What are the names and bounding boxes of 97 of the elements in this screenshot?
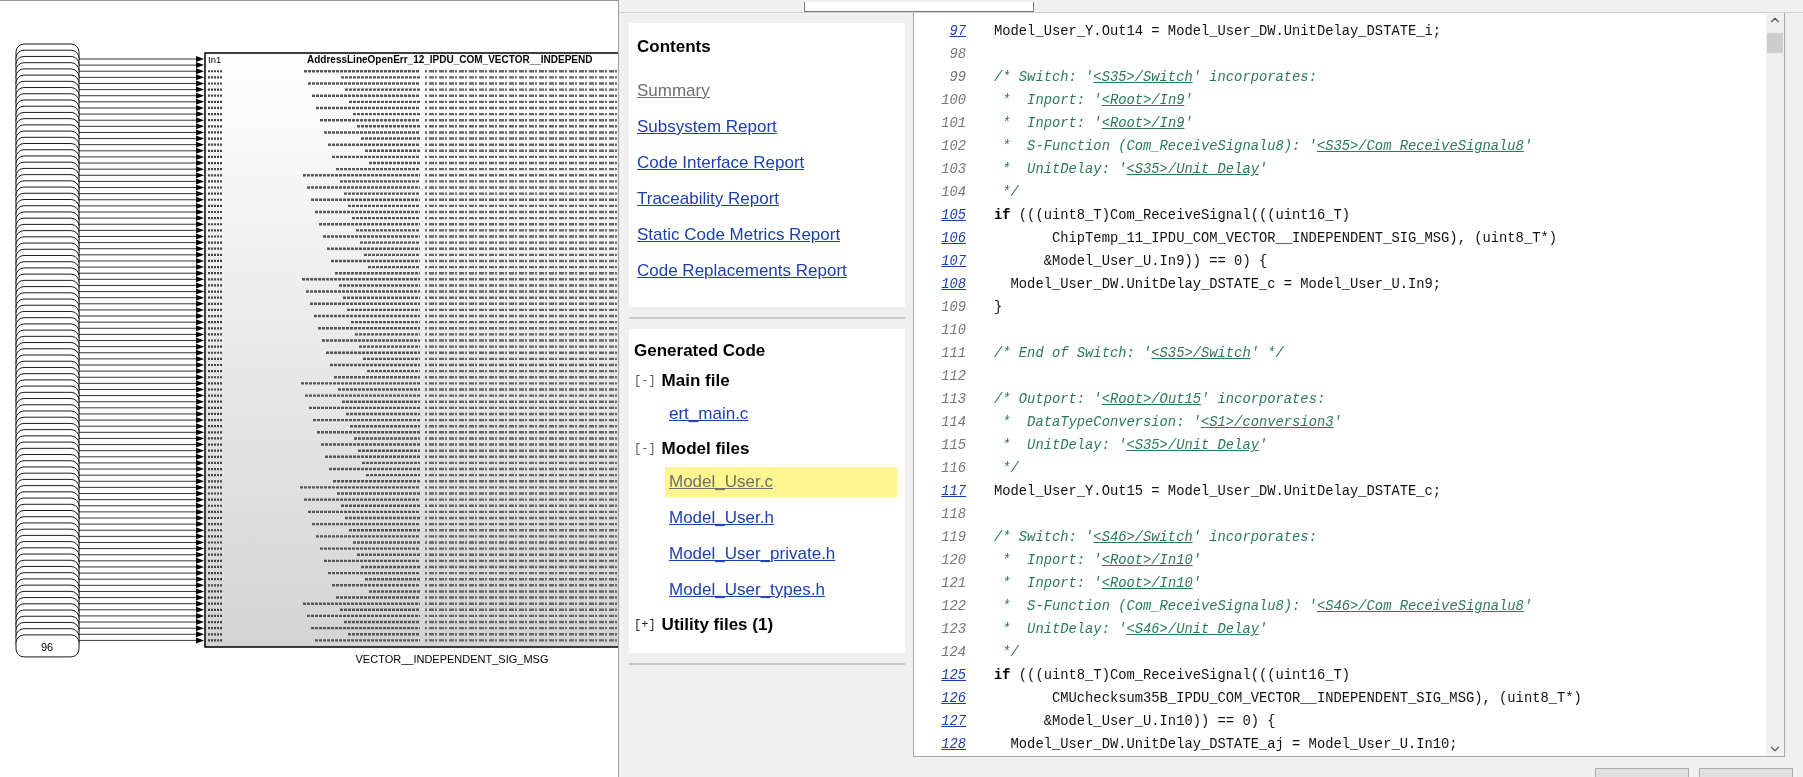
code-line: /* Switch: '<S35>/Switch' incorporates:: [994, 70, 1317, 85]
code-line: if (((uint8_T)Com_ReceiveSignal(((uint16_T): [994, 668, 1351, 683]
expand-toggle[interactable]: [-]: [634, 442, 656, 456]
code-link[interactable]: <Root>/In9: [1101, 116, 1185, 131]
code-link[interactable]: <Root>/Out15: [1101, 392, 1201, 407]
code-line: Model_User_DW.UnitDelay_DSTATE_aj = Model_User_U.In10;: [1009, 737, 1458, 752]
code-line: */: [1001, 645, 1019, 660]
line-number: 122: [941, 599, 966, 614]
code-link[interactable]: <S35>/Com_ReceiveSignalu8: [1316, 139, 1524, 154]
contents-title: Contents: [637, 37, 712, 57]
code-line: * DataTypeConversion: '<S1>/conversion3': [1001, 415, 1342, 430]
code-link[interactable]: <S46>/Unit Delay: [1126, 622, 1259, 637]
line-number: 103: [941, 162, 966, 177]
file-link[interactable]: Model_User.h: [665, 503, 897, 533]
port-label: In1: [208, 54, 222, 65]
signal-label: AddressLineOpenErr_12_IPDU_COM_VECTOR__INDEPEND: [307, 54, 593, 65]
line-number: 109: [941, 300, 966, 315]
line-number-link[interactable]: 97: [949, 24, 966, 39]
report-link[interactable]: Subsystem Report: [637, 117, 777, 137]
report-link[interactable]: Static Code Metrics Report: [637, 225, 841, 245]
code-line: ChipTemp_11_IPDU_COM_VECTOR__INDEPENDENT_SIG_MSG), (uint8_T*): [1050, 231, 1557, 246]
file-link[interactable]: Model_User.c: [665, 467, 897, 497]
code-line: * UnitDelay: '<S35>/Unit Delay': [1001, 162, 1268, 177]
code-line: /* Switch: '<S46>/Switch' incorporates:: [994, 530, 1317, 545]
line-number: 102: [941, 139, 966, 154]
line-number: 111: [941, 346, 966, 361]
code-link[interactable]: <S35>/Switch: [1151, 346, 1251, 361]
line-number-link[interactable]: 128: [941, 737, 966, 752]
code-line: * UnitDelay: '<S46>/Unit Delay': [1001, 622, 1268, 637]
line-number: 112: [941, 369, 966, 384]
code-link[interactable]: <S46>/Com_ReceiveSignalu8: [1316, 599, 1524, 614]
code-line: }: [994, 300, 1003, 315]
file-link[interactable]: Model_User_types.h: [665, 575, 897, 605]
line-number: 118: [941, 507, 966, 522]
line-number: 120: [941, 553, 966, 568]
code-line: /* End of Switch: '<S35>/Switch' */: [994, 346, 1284, 361]
code-line: */: [1001, 185, 1019, 200]
block-name: VECTOR__INDEPENDENT_SIG_MSG: [355, 653, 549, 665]
line-number-link[interactable]: 117: [941, 484, 966, 499]
line-number: 110: [941, 323, 966, 338]
code-line: */: [1001, 461, 1019, 476]
line-number: 124: [941, 645, 966, 660]
code-line: Model_User_Y.Out14 = Model_User_DW.UnitDelay_DSTATE_i;: [994, 24, 1442, 39]
report-link[interactable]: Summary: [637, 81, 710, 101]
code-link[interactable]: <S35>/Unit Delay: [1126, 162, 1259, 177]
code-link[interactable]: <S46>/Switch: [1093, 530, 1193, 545]
code-link[interactable]: <Root>/In10: [1101, 576, 1193, 591]
code-line: * S-Function (Com_ReceiveSignalu8): '<S35>/Com_ReceiveSignalu8': [1001, 139, 1533, 154]
code-link[interactable]: <S1>/conversion3: [1201, 415, 1334, 430]
code-line: /* Outport: '<Root>/Out15' incorporates:: [994, 392, 1326, 407]
code-link[interactable]: <Root>/In9: [1101, 93, 1185, 108]
line-number-link[interactable]: 107: [941, 254, 966, 269]
expand-toggle[interactable]: [-]: [634, 374, 656, 388]
code-link[interactable]: <Root>/In10: [1101, 553, 1193, 568]
code-line: Model_User_Y.Out15 = Model_User_DW.UnitDelay_DSTATE_c;: [994, 484, 1442, 499]
line-number: 116: [941, 461, 966, 476]
line-number: 113: [941, 392, 966, 407]
line-number: 123: [941, 622, 966, 637]
code-line: * Inport: '<Root>/In9': [1001, 116, 1193, 131]
line-number-link[interactable]: 105: [941, 208, 966, 223]
line-number-link[interactable]: 125: [941, 668, 966, 683]
expand-toggle[interactable]: [+]: [634, 618, 656, 632]
line-number: 104: [941, 185, 966, 200]
line-number: 115: [941, 438, 966, 453]
code-link[interactable]: <S35>/Switch: [1093, 70, 1193, 85]
code-line: * UnitDelay: '<S35>/Unit Delay': [1001, 438, 1268, 453]
file-group-label: Main file: [661, 371, 730, 391]
code-line: &Model_User_U.In9)) == 0) {: [1042, 254, 1268, 269]
code-line: * Inport: '<Root>/In10': [1001, 553, 1201, 568]
line-number-link[interactable]: 127: [941, 714, 966, 729]
generated-code-title: Generated Code: [634, 341, 767, 361]
file-link[interactable]: Model_User_private.h: [665, 539, 897, 569]
code-line: Model_User_DW.UnitDelay_DSTATE_c = Model_User_U.In9;: [1009, 277, 1442, 292]
file-group-label: Utility files (1): [661, 615, 774, 635]
file-link[interactable]: ert_main.c: [665, 399, 897, 429]
line-number: 101: [941, 116, 966, 131]
line-number: 119: [941, 530, 966, 545]
report-link[interactable]: Code Interface Report: [637, 153, 805, 173]
code-line: * S-Function (Com_ReceiveSignalu8): '<S46>/Com_ReceiveSignalu8': [1001, 599, 1533, 614]
line-number-link[interactable]: 106: [941, 231, 966, 246]
code-link[interactable]: <S35>/Unit Delay: [1126, 438, 1259, 453]
line-number: 100: [941, 93, 966, 108]
file-group-label: Model files: [661, 439, 750, 459]
code-line: &Model_User_U.In10)) == 0) {: [1042, 714, 1276, 729]
line-number: 121: [941, 576, 966, 591]
line-number: 114: [941, 415, 966, 430]
code-line: if (((uint8_T)Com_ReceiveSignal(((uint16_T): [994, 208, 1351, 223]
line-number: 99: [949, 70, 966, 85]
line-number: 98: [949, 47, 966, 62]
report-link[interactable]: Traceability Report: [637, 189, 780, 209]
report-link[interactable]: Code Replacements Report: [637, 261, 847, 281]
inport-number: 96: [40, 641, 54, 653]
code-line: CMUchecksum35B_IPDU_COM_VECTOR__INDEPENDENT_SIG_MSG), (uint8_T*): [1050, 691, 1582, 706]
code-line: * Inport: '<Root>/In9': [1001, 93, 1193, 108]
line-number-link[interactable]: 108: [941, 277, 966, 292]
code-line: * Inport: '<Root>/In10': [1001, 576, 1201, 591]
line-number-link[interactable]: 126: [941, 691, 966, 706]
